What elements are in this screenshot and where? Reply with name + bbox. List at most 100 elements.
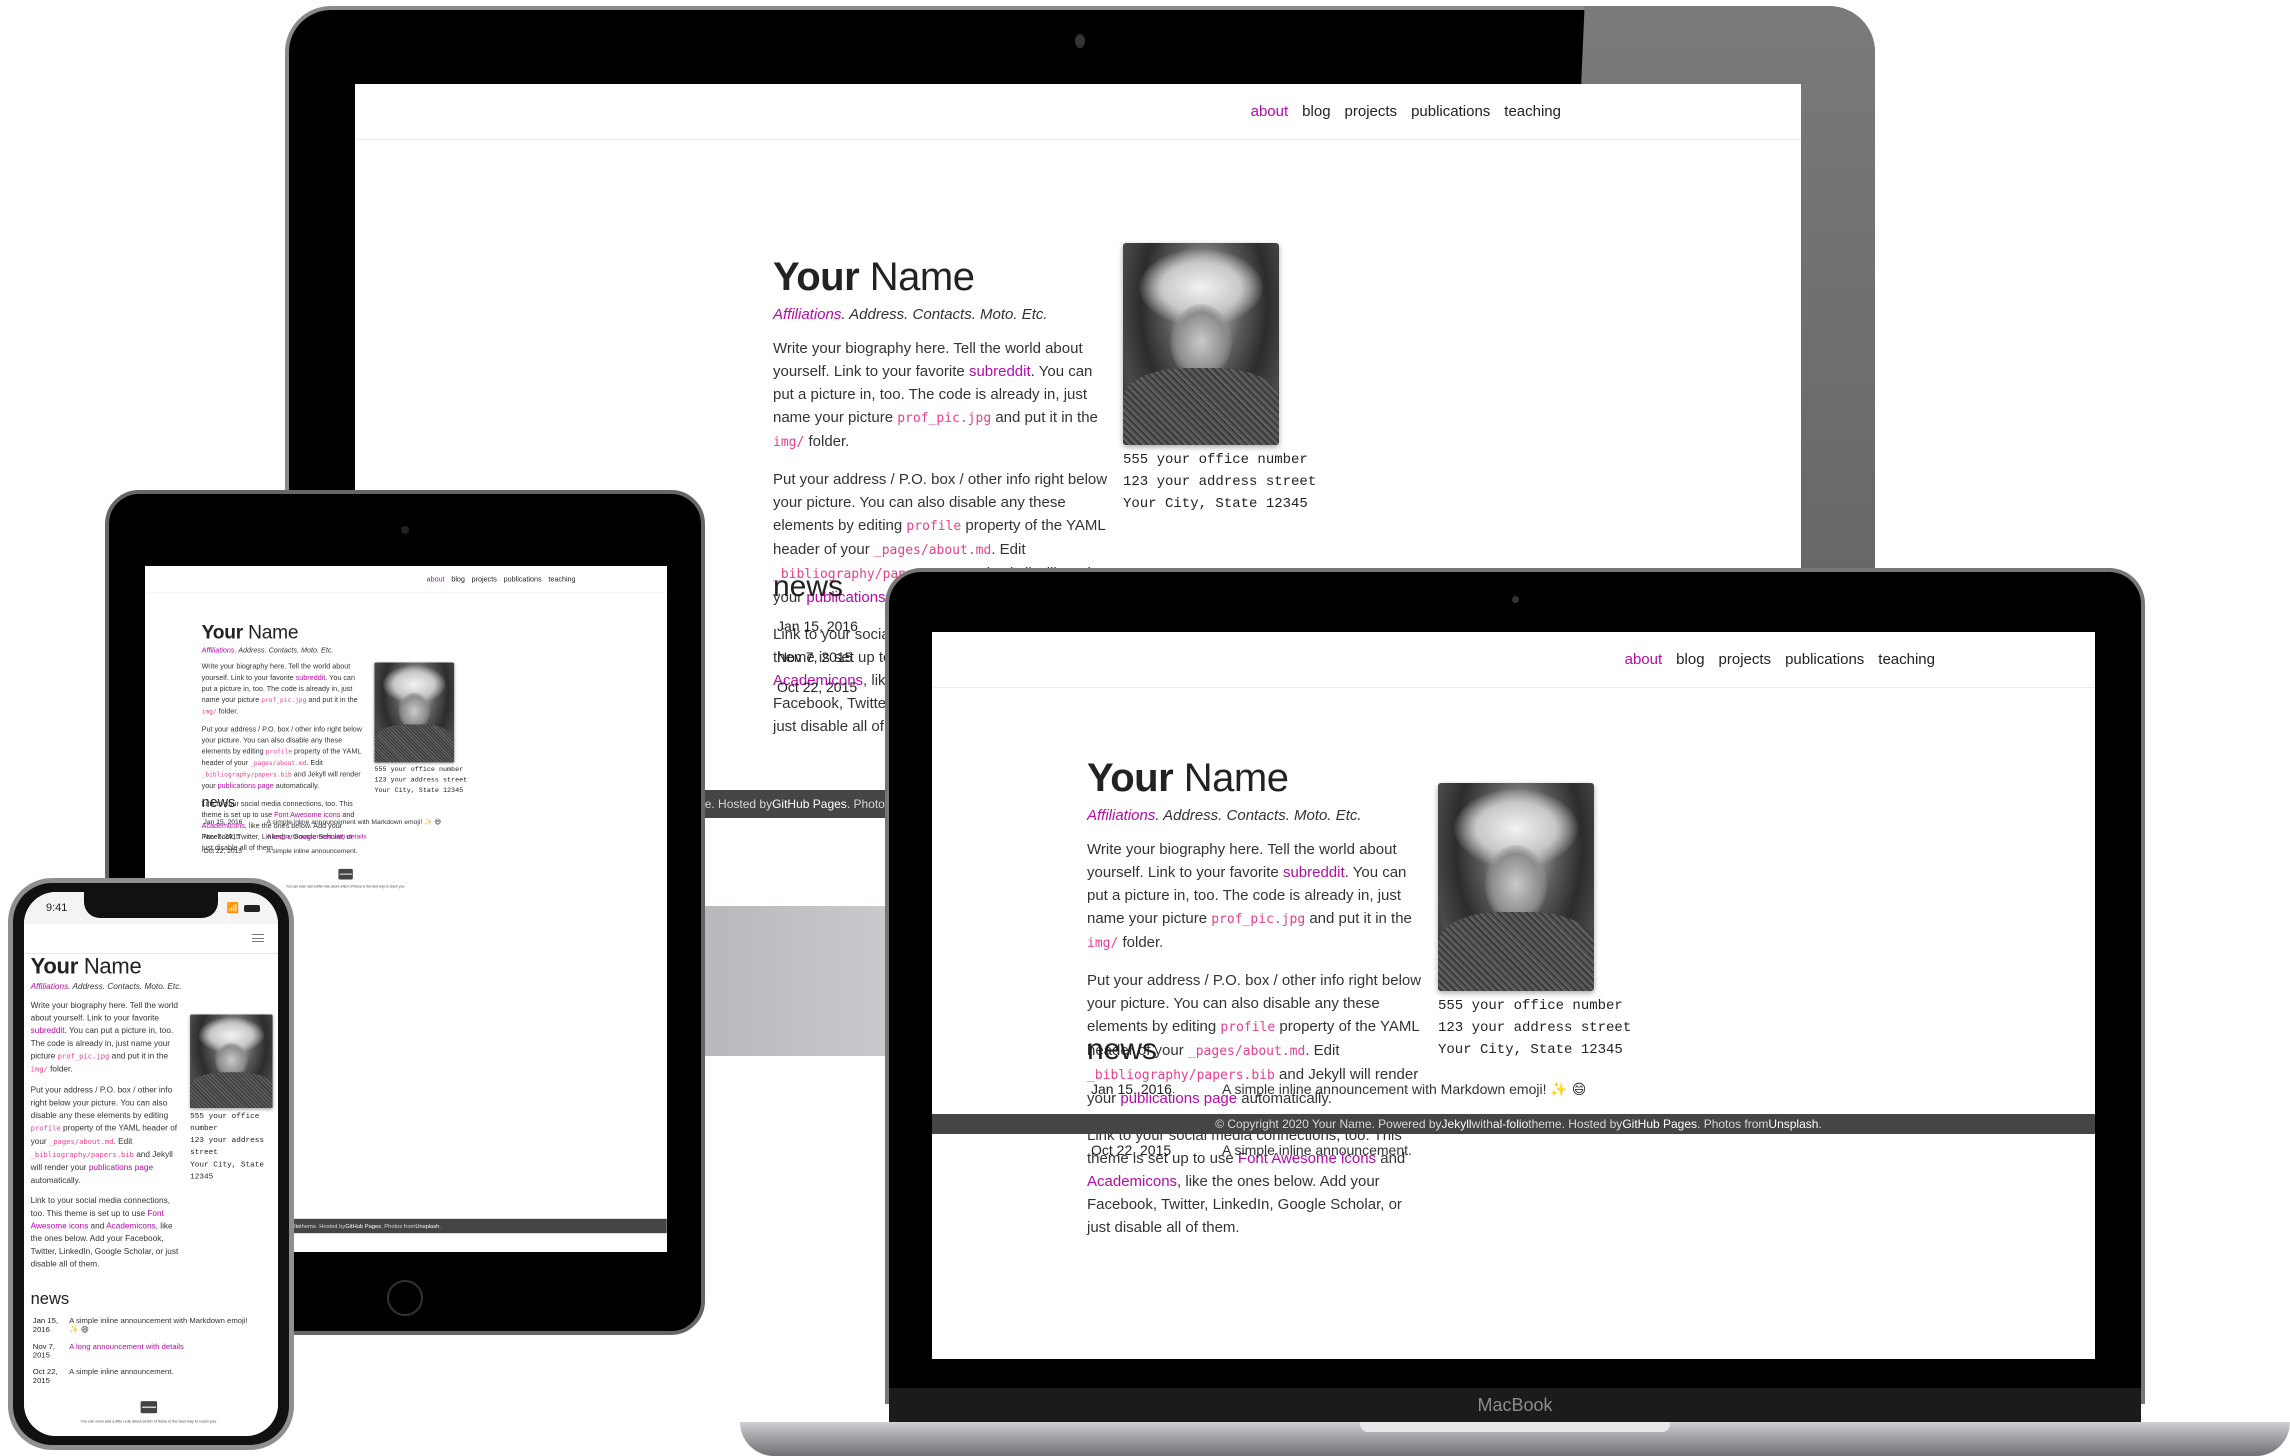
wifi-icon: 📶 <box>226 902 239 914</box>
macbook-brand: MacBook <box>1477 1394 1553 1415</box>
page-title: Your Name <box>1087 756 1422 801</box>
github-pages-link[interactable]: GitHub Pages <box>1622 1117 1697 1131</box>
nav-teaching[interactable]: teaching <box>1504 103 1561 120</box>
news-item: Jan 15, 2016 A simple inline announcement… <box>31 1316 268 1334</box>
title-last: Name <box>859 255 975 299</box>
subreddit-link[interactable]: subreddit <box>1283 864 1345 881</box>
code-profile: profile <box>906 519 962 534</box>
nav-blog[interactable]: blog <box>1302 103 1330 120</box>
nav-blog[interactable]: blog <box>451 575 465 583</box>
profile-address: 555 your office number 123 your address … <box>374 765 468 795</box>
nav-about[interactable]: about <box>427 575 445 583</box>
news-text: A simple inline announcement. <box>266 846 358 855</box>
envelope-icon[interactable] <box>338 868 353 880</box>
news-item: Jan 15, 2016 A simple inline announcement… <box>1087 1081 1687 1098</box>
page-title: Your Name <box>31 954 182 979</box>
code-papers-bib: _bibliography/papers.bib <box>30 1150 134 1160</box>
subreddit-link[interactable]: subreddit <box>969 363 1031 380</box>
code-img-folder: img/ <box>30 1065 48 1074</box>
nav-publications[interactable]: publications <box>1785 651 1864 668</box>
profile-block: 555 your office number 123 your address … <box>190 1014 273 1183</box>
news-heading: news <box>201 794 236 811</box>
nav-links: about blog projects publications teaching <box>1251 103 1561 120</box>
news-text: A simple inline announcement with Markdo… <box>1222 1081 1587 1097</box>
news-date: Nov 7, 2015 <box>32 1341 56 1360</box>
iphone-device: 9:41 📶 aboutblogprojectspublicationsteac… <box>8 878 294 1450</box>
news-date: Jan 15, 2016 <box>1091 1081 1172 1097</box>
academicons-link[interactable]: Academicons <box>106 1221 156 1230</box>
bio-paragraph-1: Write your biography here. Tell the worl… <box>773 340 1098 450</box>
unsplash-link[interactable]: Unsplash <box>415 1223 439 1230</box>
nav-about[interactable]: about <box>1251 103 1289 120</box>
about-content: Your Name Affiliations. Address. Contact… <box>31 954 182 1270</box>
news-section: news Jan 15, 2016 A simple inline announc… <box>1087 1033 1687 1158</box>
macbook-screen: about blog projects publications teaching Yo… <box>932 632 2095 1359</box>
nav-projects[interactable]: projects <box>1345 103 1398 120</box>
page-description: Affiliations. Address. Contacts. Moto. E… <box>202 646 363 654</box>
nav-projects[interactable]: projects <box>1719 651 1772 668</box>
ipad-camera <box>401 526 409 534</box>
unsplash-link[interactable]: Unsplash <box>1768 1117 1818 1131</box>
profile-block: 555 your office number 123 your address … <box>1438 783 1631 1061</box>
hamburger-menu-icon[interactable] <box>252 934 264 942</box>
publications-page-link[interactable]: publications page <box>89 1163 153 1172</box>
nav-teaching[interactable]: teaching <box>548 575 575 583</box>
nav-publications[interactable]: publications <box>1411 103 1490 120</box>
navbar: about blog projects publications teaching <box>145 566 667 593</box>
ipad-home-button[interactable] <box>387 1280 423 1316</box>
theme-link[interactable]: al-folio <box>1493 1117 1528 1131</box>
code-about-md: _pages/about.md <box>873 543 992 558</box>
subreddit-link[interactable]: subreddit <box>296 674 326 682</box>
news-date: Oct 22, 2015 <box>203 846 243 855</box>
code-img-folder: img/ <box>1087 936 1119 951</box>
affiliations-link[interactable]: Affiliations <box>31 982 69 991</box>
battery-icon <box>244 904 260 912</box>
academicons-link[interactable]: Academicons <box>1087 1173 1177 1190</box>
profile-photo <box>190 1014 273 1108</box>
affiliations-link[interactable]: Affiliations <box>773 306 841 323</box>
news-text: A simple inline announcement with Markdo… <box>69 1315 248 1334</box>
page-title: Your Name <box>773 255 1108 300</box>
nav-blog[interactable]: blog <box>1676 651 1704 668</box>
news-heading: news <box>30 1289 70 1308</box>
news-date: Nov 7, 2015 <box>203 832 240 841</box>
jekyll-link[interactable]: Jekyll <box>1442 1117 1472 1131</box>
title-first: Your <box>201 621 244 643</box>
navbar: about blog projects publications teaching <box>355 84 1801 140</box>
profile-address: 555 your office number 123 your address … <box>190 1111 265 1182</box>
bio-paragraph-1: Write your biography here. Tell the worl… <box>201 662 358 716</box>
title-first: Your <box>773 255 860 299</box>
about-content: Your Name Affiliations. Address. Contact… <box>1087 756 1422 1239</box>
news-announcement-link[interactable]: A long announcement with details <box>69 1342 251 1360</box>
github-pages-link[interactable]: GitHub Pages <box>345 1223 381 1230</box>
nav-about[interactable]: about <box>1625 651 1663 668</box>
description-text: . Address. Contacts. Moto. Etc. <box>234 646 334 655</box>
publications-page-link[interactable]: publications page <box>218 782 274 790</box>
page-description: Affiliations. Address. Contacts. Moto. E… <box>31 982 182 991</box>
profile-photo <box>374 662 455 763</box>
profile-block: 555 your office number 123 your address … <box>374 662 467 795</box>
code-prof-pic: prof_pic.jpg <box>57 1052 110 1061</box>
news-announcement-link[interactable]: A long announcement with details <box>266 832 366 840</box>
macbook-device: about blog projects publications teaching Yo… <box>740 566 2290 1456</box>
code-img-folder: img/ <box>201 708 217 716</box>
news-item: Nov 7, 2015 A long announcement with deta… <box>202 832 490 840</box>
code-profile: profile <box>265 748 292 756</box>
contact-note: You can even add a little note about whi… <box>80 1419 218 1424</box>
affiliations-link[interactable]: Affiliations <box>202 646 235 654</box>
contact-section: You can even add a little note about whi… <box>31 1401 268 1424</box>
news-date: Jan 15, 2016 <box>32 1315 59 1334</box>
nav-projects[interactable]: projects <box>472 575 497 583</box>
nav-links: about blog projects publications teaching <box>427 575 576 583</box>
envelope-icon[interactable] <box>140 1401 158 1414</box>
nav-publications[interactable]: publications <box>504 575 542 583</box>
profile-photo <box>1438 783 1594 991</box>
code-about-md: _pages/about.md <box>48 1137 114 1146</box>
title-first: Your <box>30 954 79 979</box>
subreddit-link[interactable]: subreddit <box>31 1026 65 1035</box>
nav-teaching[interactable]: teaching <box>1878 651 1935 668</box>
affiliations-link[interactable]: Affiliations <box>1087 807 1155 824</box>
news-heading: news <box>1087 1033 1158 1066</box>
page-description: Affiliations. Address. Contacts. Moto. E… <box>773 306 1108 323</box>
bio-paragraph-3: Link to your social media connections, t… <box>30 1196 179 1269</box>
